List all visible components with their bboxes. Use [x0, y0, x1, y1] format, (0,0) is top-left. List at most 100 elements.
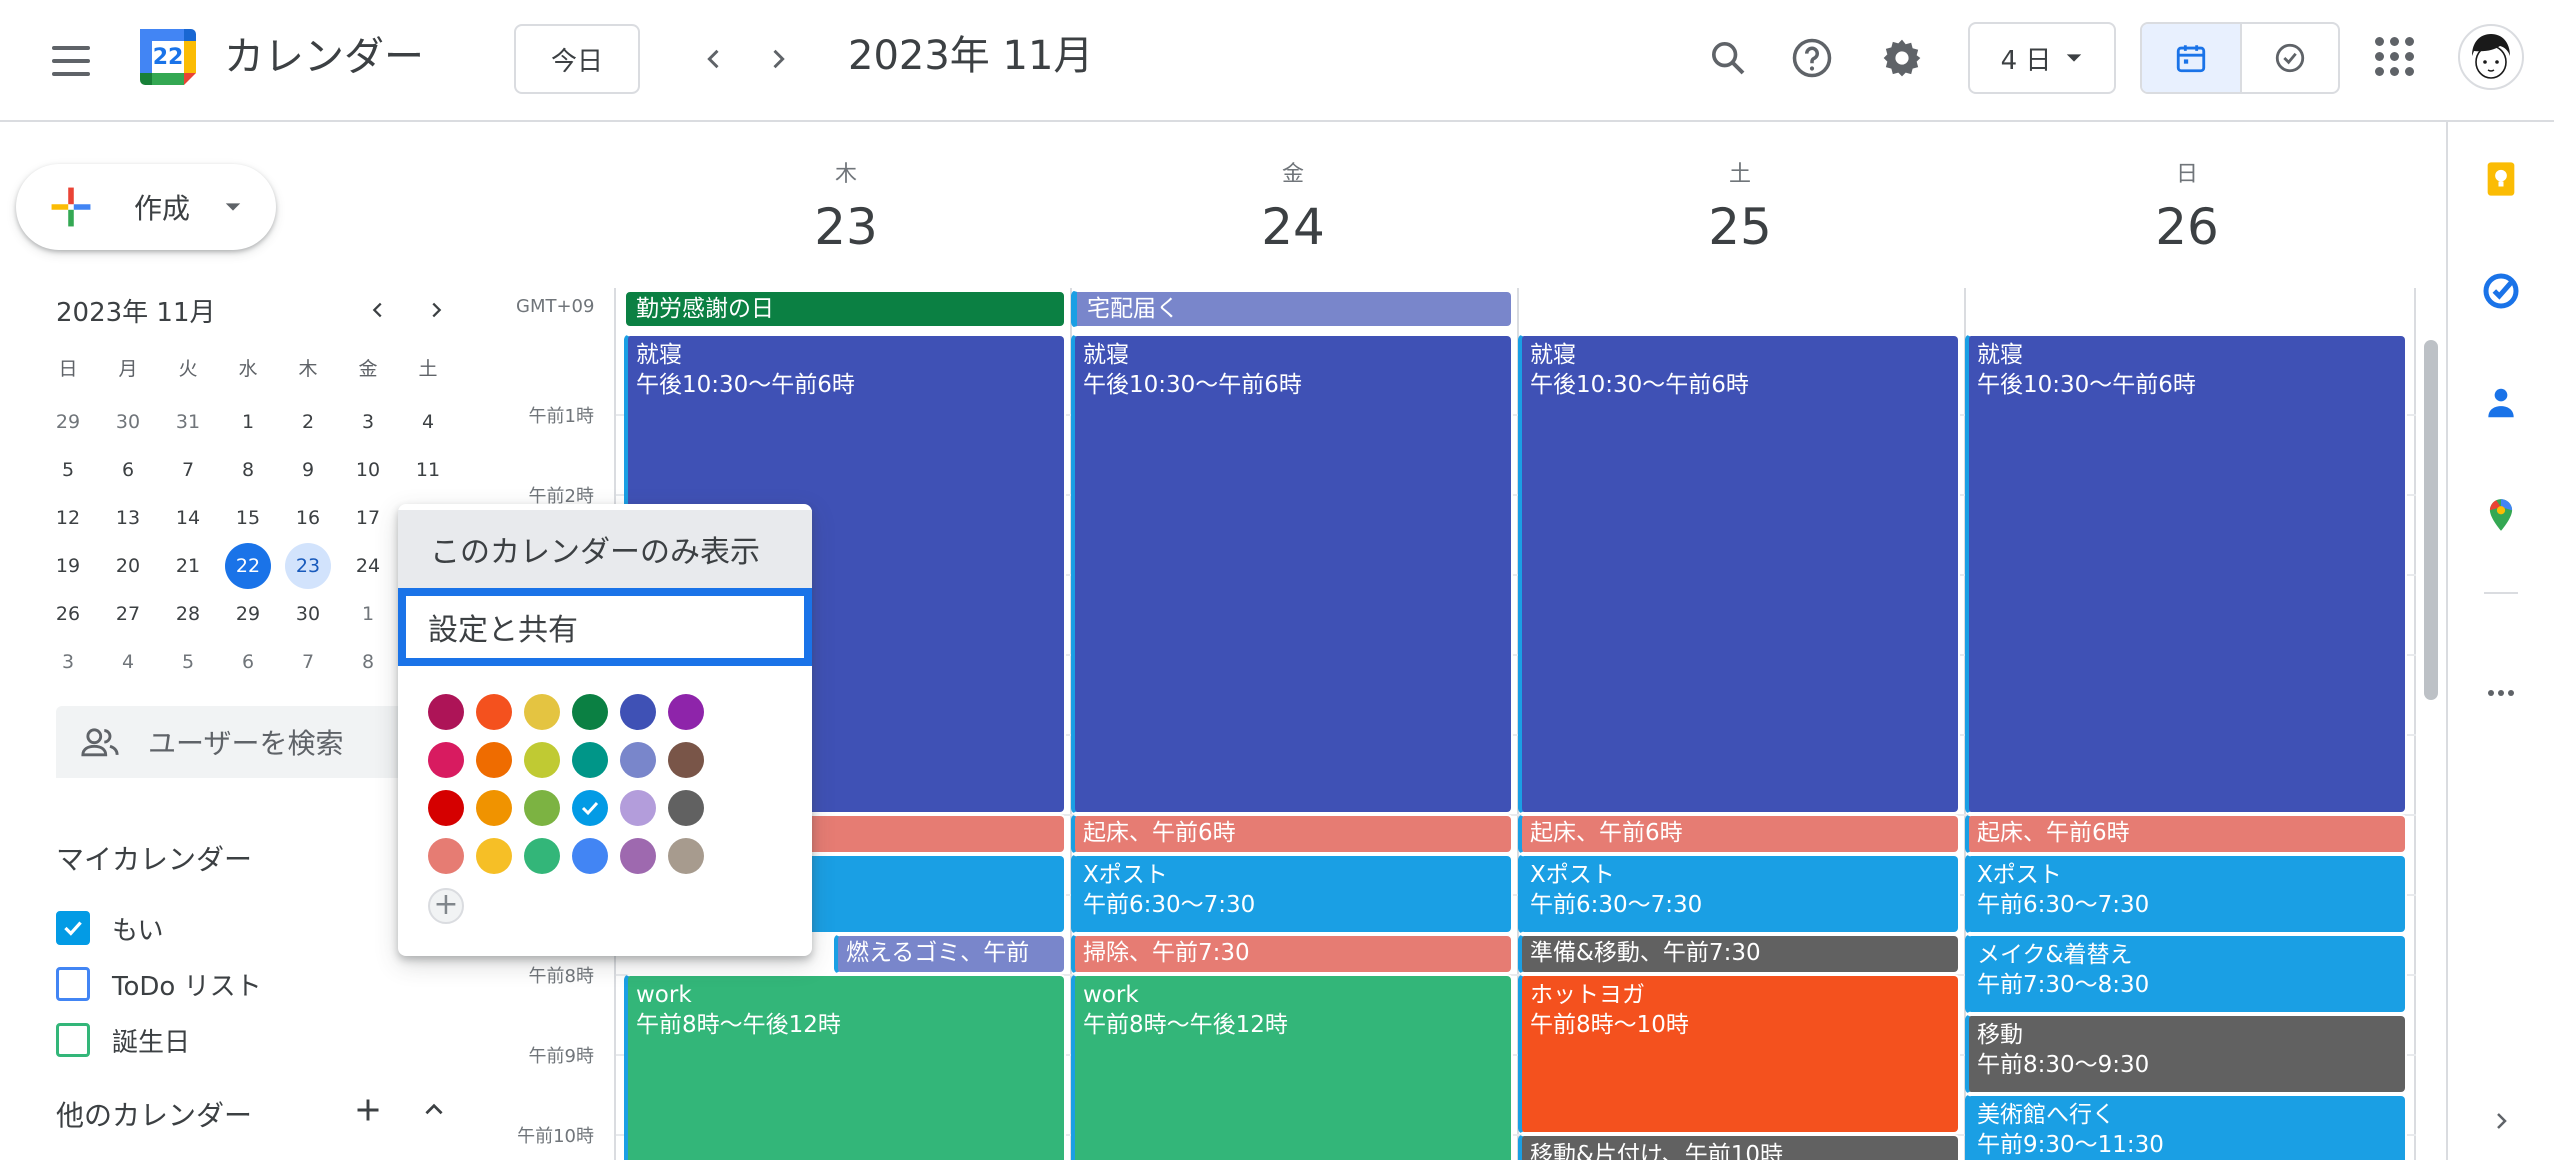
mini-calendar-day[interactable]: 20	[98, 542, 158, 590]
calendar-item-todo[interactable]: ToDo リスト	[56, 964, 262, 1004]
calendar-event[interactable]: 起床、午前6時	[1965, 814, 2407, 854]
color-swatch[interactable]	[668, 790, 704, 826]
mini-calendar-day[interactable]: 8	[338, 638, 398, 686]
checkbox[interactable]	[56, 967, 90, 1001]
create-button[interactable]: 作成	[16, 164, 276, 250]
mini-calendar-day[interactable]: 16	[278, 494, 338, 542]
calendar-event[interactable]: Xポスト 午前6:30〜7:30	[1071, 854, 1513, 934]
color-swatch[interactable]	[428, 838, 464, 874]
color-swatch[interactable]	[620, 838, 656, 874]
calendar-event[interactable]: 起床、午前6時	[1518, 814, 1960, 854]
view-selector[interactable]: 4 日	[1968, 22, 2116, 94]
add-calendar-button[interactable]	[348, 1090, 388, 1130]
mini-calendar-day[interactable]: 21	[158, 542, 218, 590]
mini-calendar-day[interactable]: 10	[338, 446, 398, 494]
calendar-view-toggle[interactable]	[2142, 24, 2240, 92]
calendar-event[interactable]: 移動 午前8:30〜9:30	[1965, 1014, 2407, 1094]
prev-period-button[interactable]	[686, 31, 742, 87]
mini-calendar-day[interactable]: 7	[158, 446, 218, 494]
mini-calendar-day[interactable]: 31	[158, 398, 218, 446]
mini-calendar-day[interactable]: 1	[218, 398, 278, 446]
calendar-event[interactable]: work 午前8時〜午後12時	[624, 974, 1066, 1160]
color-swatch[interactable]	[620, 694, 656, 730]
mini-calendar-day[interactable]: 12	[38, 494, 98, 542]
calendar-event[interactable]: 就寝 午後10:30〜午前6時	[1965, 334, 2407, 814]
calendar-event[interactable]: 掃除、午前7:30	[1071, 934, 1513, 974]
mini-calendar-day[interactable]: 9	[278, 446, 338, 494]
color-swatch[interactable]	[620, 790, 656, 826]
mini-calendar-day[interactable]: 3	[338, 398, 398, 446]
contacts-icon[interactable]	[2478, 380, 2524, 426]
mini-calendar-day[interactable]: 3	[38, 638, 98, 686]
maps-icon[interactable]	[2478, 492, 2524, 538]
color-swatch[interactable]	[620, 742, 656, 778]
settings-button[interactable]	[1870, 26, 1934, 90]
calendar-event[interactable]: work 午前8時〜午後12時	[1071, 974, 1513, 1160]
mini-calendar-day[interactable]: 5	[38, 446, 98, 494]
apps-icon[interactable]	[2372, 34, 2414, 76]
color-swatch[interactable]	[524, 838, 560, 874]
day-number-label[interactable]: 25	[1525, 198, 1955, 256]
color-swatch[interactable]	[476, 694, 512, 730]
color-swatch[interactable]	[428, 742, 464, 778]
mini-calendar-day[interactable]: 19	[38, 542, 98, 590]
user-search-input[interactable]: ユーザーを検索	[56, 706, 456, 778]
color-swatch[interactable]	[668, 838, 704, 874]
settings-and-sharing[interactable]: 設定と共有	[398, 588, 812, 666]
color-swatch[interactable]	[428, 694, 464, 730]
day-number-label[interactable]: 24	[1078, 198, 1508, 256]
color-swatch[interactable]	[668, 742, 704, 778]
mini-calendar-day[interactable]: 22	[218, 542, 278, 590]
color-swatch[interactable]	[524, 694, 560, 730]
mini-calendar-day[interactable]: 29	[218, 590, 278, 638]
calendar-event[interactable]: 美術館へ行く 午前9:30〜11:30	[1965, 1094, 2407, 1160]
mini-calendar-day[interactable]: 2	[278, 398, 338, 446]
mini-calendar-day[interactable]: 29	[38, 398, 98, 446]
calendar-event[interactable]: 起床、午前6時	[1071, 814, 1513, 854]
color-swatch[interactable]	[572, 694, 608, 730]
vertical-scrollbar[interactable]	[2424, 340, 2438, 700]
mini-calendar-day[interactable]: 4	[398, 398, 458, 446]
mini-next-button[interactable]	[416, 290, 456, 330]
color-swatch[interactable]	[476, 838, 512, 874]
checkbox[interactable]	[56, 1023, 90, 1057]
mini-calendar-day[interactable]: 24	[338, 542, 398, 590]
my-calendars-title[interactable]: マイカレンダー	[56, 838, 252, 878]
color-swatch[interactable]	[476, 790, 512, 826]
tasks-view-toggle[interactable]	[2240, 24, 2338, 92]
mini-prev-button[interactable]	[358, 290, 398, 330]
color-swatch[interactable]	[524, 742, 560, 778]
mini-calendar-day[interactable]: 5	[158, 638, 218, 686]
menu-icon[interactable]	[48, 43, 94, 79]
mini-calendar-day[interactable]: 30	[278, 590, 338, 638]
mini-calendar-day[interactable]: 6	[98, 446, 158, 494]
mini-calendar-day[interactable]: 30	[98, 398, 158, 446]
help-button[interactable]	[1780, 26, 1844, 90]
all-day-event[interactable]: 宅配届く	[1071, 290, 1513, 328]
mini-calendar-day[interactable]: 14	[158, 494, 218, 542]
calendar-event[interactable]: 就寝 午後10:30〜午前6時	[1071, 334, 1513, 814]
today-button[interactable]: 今日	[514, 24, 640, 94]
mini-calendar-day[interactable]: 23	[278, 542, 338, 590]
color-swatch[interactable]	[572, 742, 608, 778]
calendar-event[interactable]: 移動&片付け、午前10時	[1518, 1134, 1960, 1160]
mini-calendar-day[interactable]: 8	[218, 446, 278, 494]
calendar-event[interactable]: 準備&移動、午前7:30	[1518, 934, 1960, 974]
mini-calendar-day[interactable]: 4	[98, 638, 158, 686]
day-number-label[interactable]: 26	[1972, 198, 2402, 256]
color-swatch[interactable]	[524, 790, 560, 826]
mini-calendar-day[interactable]: 11	[398, 446, 458, 494]
search-button[interactable]	[1696, 26, 1760, 90]
mini-calendar-day[interactable]: 7	[278, 638, 338, 686]
mini-calendar-day[interactable]: 17	[338, 494, 398, 542]
all-day-event[interactable]: 勤労感謝の日	[624, 290, 1066, 328]
expand-icon[interactable]	[2478, 1098, 2524, 1144]
color-swatch[interactable]	[572, 790, 608, 826]
calendar-event[interactable]: メイク&着替え 午前7:30〜8:30	[1965, 934, 2407, 1014]
mini-calendar-day[interactable]: 27	[98, 590, 158, 638]
color-swatch[interactable]	[668, 694, 704, 730]
mini-calendar-day[interactable]: 26	[38, 590, 98, 638]
day-number-label[interactable]: 23	[631, 198, 1061, 256]
add-color-button[interactable]: +	[428, 888, 464, 924]
checkbox[interactable]	[56, 911, 90, 945]
